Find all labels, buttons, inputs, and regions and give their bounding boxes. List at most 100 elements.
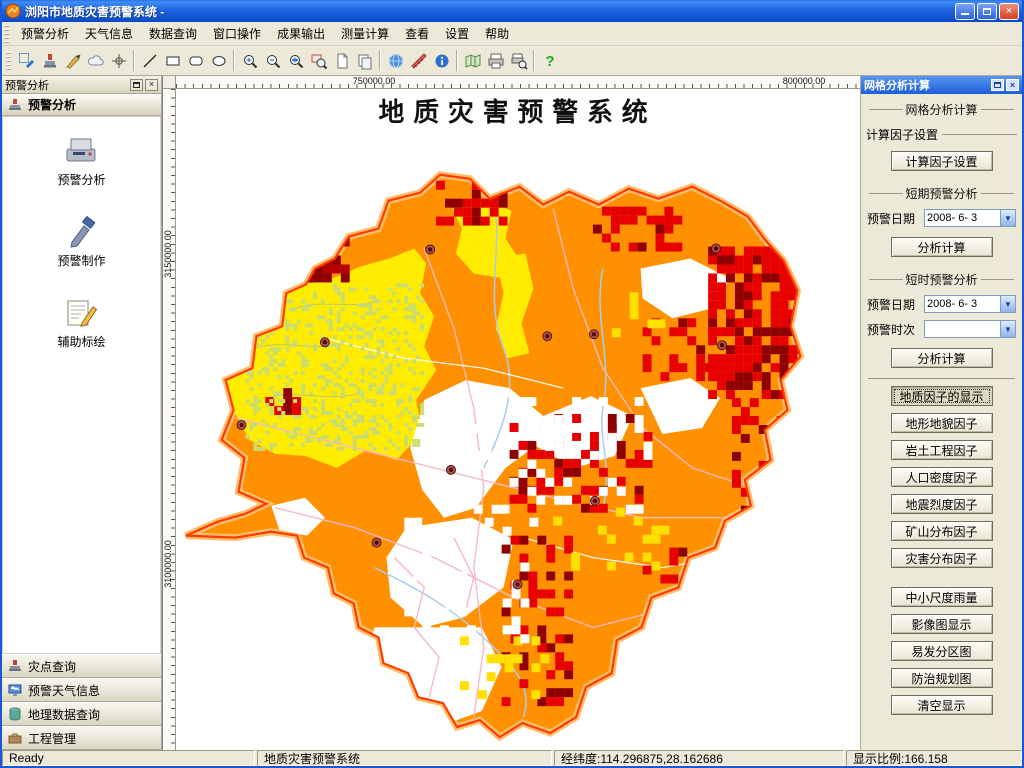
factor-button-population[interactable]: 人口密度因子 [890, 467, 993, 487]
short-time-times-combo[interactable]: ▼ [924, 320, 1016, 338]
right-panel-divider [868, 378, 1015, 379]
zoom-pan-icon[interactable] [284, 49, 307, 72]
stamp-icon[interactable] [38, 49, 61, 72]
factor-button-disaster[interactable]: 灾害分布因子 [890, 548, 993, 568]
line-tool-icon[interactable] [138, 49, 161, 72]
menu-settings[interactable]: 设置 [437, 22, 477, 45]
ruler-corner [163, 76, 176, 89]
calc-factor-settings-button[interactable]: 计算因子设置 [890, 151, 993, 171]
map-canvas[interactable]: 地质灾害预警系统 [176, 89, 860, 750]
short-time-date-combo[interactable]: 2008- 6- 3 ▼ [924, 295, 1016, 313]
warning-create-icon [70, 215, 96, 248]
window-title: 浏阳市地质灾害预警系统 - [25, 4, 165, 19]
menu-result-output[interactable]: 成果输出 [269, 22, 333, 45]
accordion-geo-data-query[interactable]: 地理数据查询 [2, 702, 161, 726]
factor-button-mine[interactable]: 矿山分布因子 [890, 521, 993, 541]
cloud-icon[interactable] [84, 49, 107, 72]
left-panel-title: 预警分析 [5, 79, 49, 92]
zoom-in-icon[interactable] [238, 49, 261, 72]
menu-weather-info[interactable]: 天气信息 [77, 22, 141, 45]
right-panel-close-icon[interactable]: × [1006, 79, 1019, 91]
print-icon[interactable] [484, 49, 507, 72]
rectangle-tool-icon[interactable] [161, 49, 184, 72]
display-button-clear[interactable]: 清空显示 [890, 695, 993, 715]
tool-warning-create[interactable]: 预警制作 [57, 214, 106, 269]
right-panel: 网格分析计算 × 网格分析计算 计算因子设置 计算因子设置 短期预警分析 预警日… [860, 76, 1022, 750]
right-panel-title: 网格分析计算 [864, 80, 930, 92]
title-bar: 浏阳市地质灾害预警系统 - × [2, 0, 1022, 22]
menu-data-query[interactable]: 数据查询 [141, 22, 205, 45]
ruler-label: 750000.00 [352, 76, 396, 86]
info-icon[interactable] [430, 49, 453, 72]
tool-aux-plot[interactable]: 辅助标绘 [57, 295, 106, 350]
accordion-label: 灾点查询 [28, 659, 77, 674]
pen-icon[interactable] [61, 49, 84, 72]
factor-button-seismic[interactable]: 地震烈度因子 [890, 494, 993, 514]
accordion-project-management[interactable]: 工程管理 [2, 726, 161, 750]
left-panel-accordion: 灾点查询 预警天气信息 地理数据查询 工程管理 [2, 654, 161, 750]
left-panel-close-icon[interactable]: × [145, 78, 158, 91]
ellipse-tool-icon[interactable] [207, 49, 230, 72]
factor-button-geology[interactable]: 地质因子的显示 [890, 386, 993, 406]
ruler-top: 750000.00 800000.00 [176, 76, 860, 89]
rounded-rect-tool-icon[interactable] [184, 49, 207, 72]
display-button-susceptibility[interactable]: 易发分区图 [890, 641, 993, 661]
accordion-disaster-point-query[interactable]: 灾点查询 [2, 654, 161, 678]
right-panel-header: 网格分析计算 × [861, 76, 1022, 94]
short-term-analyze-button[interactable]: 分析计算 [890, 237, 993, 257]
chevron-down-icon[interactable]: ▼ [1000, 321, 1015, 337]
zoom-extent-icon[interactable] [307, 49, 330, 72]
section-stamp-icon [9, 98, 21, 110]
right-panel-pin-icon[interactable] [991, 79, 1004, 91]
page-icon[interactable] [330, 49, 353, 72]
minimize-button[interactable] [955, 2, 975, 20]
left-panel: 预警分析 × 预警分析 预警分析 预警制作 辅助标绘 灾点查询 预警天气信息 地… [2, 76, 162, 750]
svg-text:?: ? [545, 53, 554, 70]
short-time-times-label: 预警时次 [867, 322, 916, 337]
factor-button-geotech[interactable]: 岩土工程因子 [890, 440, 993, 460]
menu-help[interactable]: 帮助 [477, 22, 517, 45]
toolbar-grip[interactable] [6, 51, 11, 70]
status-scale: 显示比例:166.158 [846, 750, 1022, 766]
menu-measure-calc[interactable]: 测量计算 [333, 22, 397, 45]
toolbar: ? [2, 46, 1022, 76]
geo-data-icon [9, 707, 21, 721]
menu-bar: 预警分析 天气信息 数据查询 窗口操作 成果输出 测量计算 查看 设置 帮助 [2, 22, 1022, 46]
tool-label: 预警分析 [57, 173, 106, 187]
help-icon[interactable]: ? [538, 49, 561, 72]
zoom-out-icon[interactable] [261, 49, 284, 72]
left-panel-pin-icon[interactable] [130, 78, 143, 91]
factor-button-terrain[interactable]: 地形地貌因子 [890, 413, 993, 433]
left-panel-section-title: 预警分析 [28, 98, 77, 112]
menu-window-ops[interactable]: 窗口操作 [205, 22, 269, 45]
map-output-icon[interactable] [461, 49, 484, 72]
globe-icon[interactable] [384, 49, 407, 72]
short-time-times-value [925, 321, 1000, 337]
move-crosshair-icon[interactable] [107, 49, 130, 72]
aux-plot-icon [67, 300, 98, 327]
disaster-point-icon [9, 660, 21, 671]
accordion-label: 工程管理 [28, 731, 77, 746]
edit-shape-icon[interactable] [15, 49, 38, 72]
measure-icon[interactable] [407, 49, 430, 72]
chevron-down-icon[interactable]: ▼ [1000, 296, 1015, 312]
menu-grip[interactable] [4, 24, 9, 43]
chevron-down-icon[interactable]: ▼ [1000, 210, 1015, 226]
restore-button[interactable] [977, 2, 997, 20]
layers-icon[interactable] [353, 49, 376, 72]
display-button-prevention-plan[interactable]: 防治规划图 [890, 668, 993, 688]
menu-view[interactable]: 查看 [397, 22, 437, 45]
short-term-date-combo[interactable]: 2008- 6- 3 ▼ [924, 209, 1016, 227]
accordion-warning-weather-info[interactable]: 预警天气信息 [2, 678, 161, 702]
display-button-imagery[interactable]: 影像图显示 [890, 614, 993, 634]
left-panel-header: 预警分析 × [2, 76, 161, 94]
print-preview-icon[interactable] [507, 49, 530, 72]
status-system-name: 地质灾害预警系统 [257, 750, 552, 766]
display-button-rainfall[interactable]: 中小尺度雨量 [890, 587, 993, 607]
tool-warning-analysis[interactable]: 预警分析 [57, 133, 106, 188]
close-button[interactable]: × [999, 2, 1019, 20]
short-time-analyze-button[interactable]: 分析计算 [890, 348, 993, 368]
menu-warning-analysis[interactable]: 预警分析 [13, 22, 77, 45]
short-term-section-label: 短期预警分析 [866, 185, 1017, 202]
status-bar: Ready 地质灾害预警系统 经纬度:114.296875,28.162686 … [2, 750, 1022, 766]
